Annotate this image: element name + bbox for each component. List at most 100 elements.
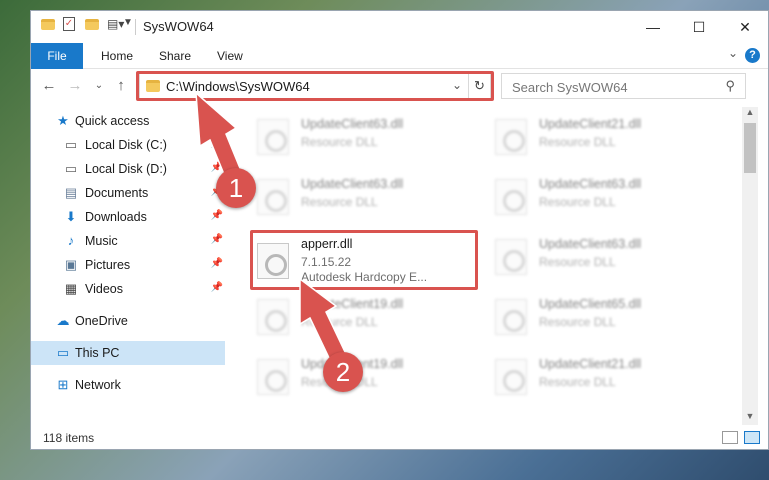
sidebar-item-documents[interactable]: ▤ Documents 📌	[31, 181, 225, 205]
recent-locations-icon[interactable]: ⌄	[89, 80, 109, 91]
window-title: SysWOW64	[143, 19, 214, 34]
file-description: Resource DLL	[539, 135, 616, 149]
star-icon: ★	[57, 113, 69, 128]
search-icon[interactable]: ⚲	[725, 78, 735, 94]
documents-icon: ▤	[64, 185, 78, 200]
file-name: UpdateClient63.dll	[301, 177, 404, 191]
sidebar-item-onedrive[interactable]: ☁ OneDrive	[31, 309, 225, 333]
list-item[interactable]: UpdateClient21.dll Resource DLL	[489, 353, 719, 401]
list-item[interactable]: UpdateClient65.dll Resource DLL	[489, 293, 719, 341]
sidebar-item-music[interactable]: ♪ Music 📌	[31, 229, 225, 253]
file-description: Resource DLL	[539, 315, 616, 329]
sidebar-item-videos[interactable]: ▦ Videos 📌	[31, 277, 225, 301]
expand-ribbon-icon[interactable]: ⌄	[728, 46, 738, 60]
list-item[interactable]: UpdateClient21.dll Resource DLL	[489, 113, 719, 161]
pin-icon[interactable]: 📌	[211, 234, 223, 245]
sidebar-item-label: Pictures	[85, 258, 131, 272]
back-arrow-icon[interactable]: ←	[39, 77, 59, 94]
details-view-icon[interactable]	[722, 431, 738, 444]
music-icon: ♪	[67, 233, 75, 248]
search-placeholder: Search SysWOW64	[512, 80, 628, 95]
file-description: Resource DLL	[301, 135, 378, 149]
network-icon: ⊞	[57, 377, 69, 392]
scrollbar-thumb[interactable]	[744, 123, 756, 173]
sidebar-item-quick-access[interactable]: ★ Quick access	[31, 109, 225, 133]
sidebar-item-network[interactable]: ⊞ Network	[31, 373, 225, 397]
file-highlight-box	[250, 230, 478, 290]
dll-file-icon	[257, 179, 289, 215]
close-button[interactable]: ✕	[722, 11, 768, 43]
file-list: UpdateClient63.dll Resource DLL UpdateCl…	[231, 107, 741, 427]
navigation-bar: ← → ⌄ ↑ C:\Windows\SysWOW64 ⌄ ↻ Search S…	[31, 70, 768, 104]
videos-icon: ▦	[64, 281, 78, 296]
scroll-down-arrow-icon[interactable]: ▼	[742, 411, 758, 425]
tab-share[interactable]: Share	[159, 43, 191, 69]
cloud-icon: ☁	[56, 313, 70, 328]
list-item[interactable]: UpdateClient63.dll Resource DLL	[489, 173, 719, 221]
minimize-button[interactable]: —	[630, 11, 676, 43]
list-item[interactable]: UpdateClient63.dll Resource DLL	[489, 233, 719, 281]
file-description: Resource DLL	[539, 255, 616, 269]
title-separator	[135, 19, 136, 35]
search-input[interactable]: Search SysWOW64 ⚲	[501, 73, 746, 99]
sidebar-item-downloads[interactable]: ⬇ Downloads 📌	[31, 205, 225, 229]
sidebar-item-pictures[interactable]: ▣ Pictures 📌	[31, 253, 225, 277]
list-item[interactable]: UpdateClient19.dll Resource DLL	[251, 293, 481, 341]
step-1-badge: 1	[216, 168, 256, 208]
download-icon: ⬇	[65, 209, 77, 224]
up-arrow-icon[interactable]: ↑	[111, 77, 131, 94]
vertical-scrollbar[interactable]: ▲ ▼	[742, 107, 758, 425]
list-item[interactable]: UpdateClient63.dll Resource DLL	[251, 173, 481, 221]
dll-file-icon	[257, 359, 289, 395]
sidebar-item-label: This PC	[75, 346, 120, 360]
sidebar-item-local-disk-c[interactable]: ▭ Local Disk (C:) 📌	[31, 133, 225, 157]
drive-icon: ▭	[64, 137, 78, 152]
file-name: UpdateClient21.dll	[539, 117, 642, 131]
dll-file-icon	[257, 299, 289, 335]
pin-icon[interactable]: 📌	[211, 138, 223, 149]
scroll-up-arrow-icon[interactable]: ▲	[742, 107, 758, 121]
sidebar-item-label: Local Disk (C:)	[85, 138, 167, 152]
file-description: Resource DLL	[301, 315, 378, 329]
pin-icon[interactable]: 📌	[211, 162, 223, 173]
tab-home[interactable]: Home	[101, 43, 133, 69]
file-description: Resource DLL	[539, 375, 616, 389]
chevron-down-icon[interactable]: ▼	[123, 17, 133, 28]
file-name: UpdateClient63.dll	[301, 117, 404, 131]
tiles-view-icon[interactable]	[744, 431, 760, 444]
status-bar: 118 items	[31, 427, 768, 449]
list-item[interactable]: UpdateClient19.dll Resource DLL	[251, 353, 481, 401]
tab-file[interactable]: File	[31, 43, 83, 69]
sidebar-item-label: Videos	[85, 282, 123, 296]
pin-icon[interactable]: 📌	[211, 282, 223, 293]
pin-icon[interactable]: 📌	[211, 210, 223, 221]
dll-file-icon	[495, 239, 527, 275]
help-icon[interactable]: ?	[745, 48, 760, 63]
computer-icon: ▭	[56, 345, 70, 360]
sidebar-item-local-disk-d[interactable]: ▭ Local Disk (D:) 📌	[31, 157, 225, 181]
list-item[interactable]: UpdateClient63.dll Resource DLL	[251, 113, 481, 161]
file-name: UpdateClient63.dll	[539, 237, 642, 251]
sidebar-item-label: Quick access	[75, 114, 150, 128]
customize-toolbar-icon[interactable]: ▤▾	[107, 17, 124, 31]
dll-file-icon	[495, 119, 527, 155]
dll-file-icon	[495, 179, 527, 215]
tab-view[interactable]: View	[217, 43, 243, 69]
maximize-button[interactable]: ☐	[676, 11, 722, 43]
forward-arrow-icon[interactable]: →	[65, 77, 85, 94]
title-bar: ✓ ▤▾ ▼ SysWOW64 — ☐ ✕	[31, 11, 768, 43]
sidebar-item-label: Local Disk (D:)	[85, 162, 167, 176]
dll-file-icon	[257, 119, 289, 155]
drive-icon: ▭	[64, 161, 78, 176]
pin-icon[interactable]: 📌	[211, 258, 223, 269]
new-folder-icon[interactable]	[85, 19, 99, 30]
file-name: UpdateClient63.dll	[539, 177, 642, 191]
folder-icon[interactable]	[41, 19, 55, 30]
step-2-badge: 2	[323, 352, 363, 392]
address-highlight-box	[136, 71, 494, 101]
sidebar-item-label: Music	[85, 234, 118, 248]
sidebar-item-label: OneDrive	[75, 314, 128, 328]
properties-icon[interactable]: ✓	[63, 17, 75, 31]
file-description: Resource DLL	[539, 195, 616, 209]
sidebar-item-this-pc[interactable]: ▭ This PC	[31, 341, 225, 365]
